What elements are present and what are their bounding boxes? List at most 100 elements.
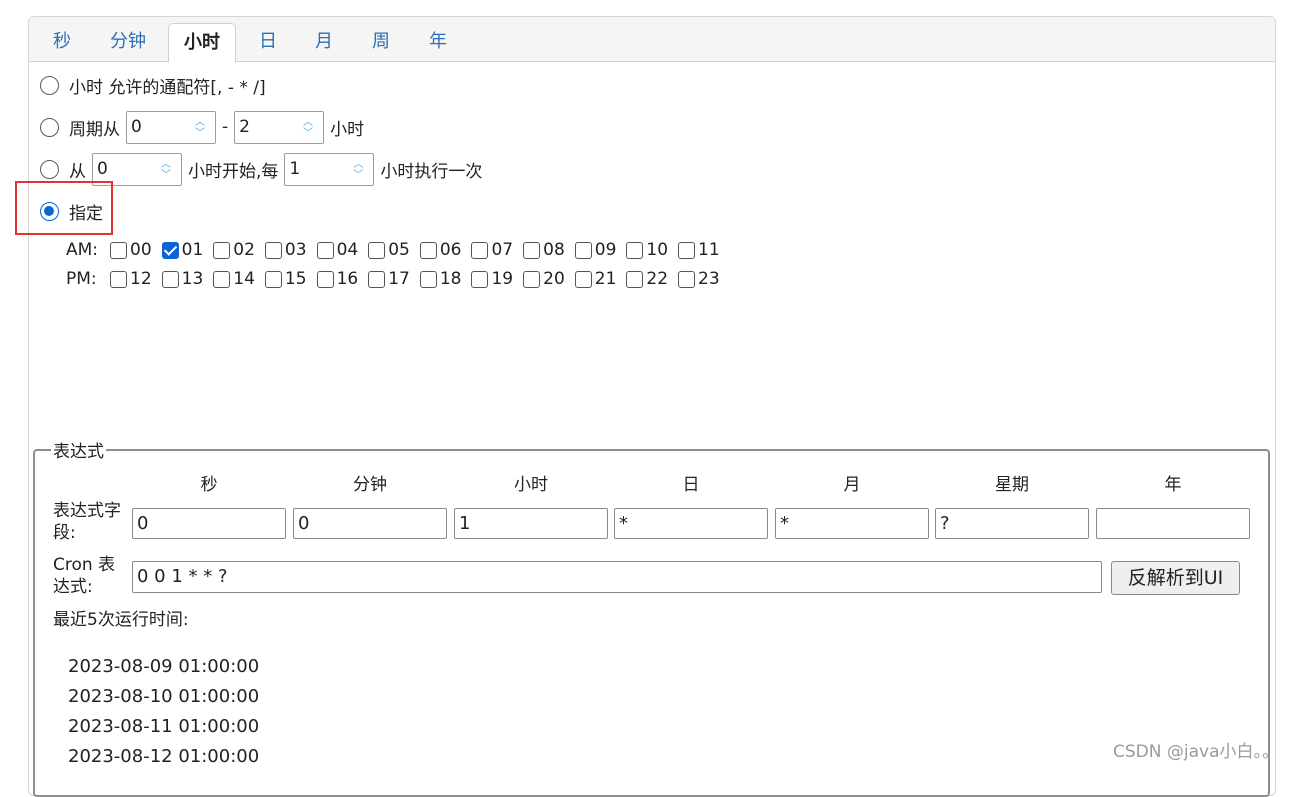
hour-checkbox[interactable] [316, 270, 334, 288]
highlight-box [15, 181, 113, 235]
hour-label: 21 [594, 269, 617, 289]
hour-checkbox-item[interactable]: 18 [419, 269, 461, 289]
wildcard-label: 小时 允许的通配符[, - * /] [69, 77, 266, 98]
run-time-item: 2023-08-11 01:00:00 [68, 716, 260, 737]
period-from-input[interactable]: 0 ︿ ﹀ [126, 110, 216, 144]
hour-label: 16 [336, 269, 359, 289]
hour-checkbox[interactable] [523, 241, 541, 259]
hour-checkbox-item[interactable]: 00 [110, 240, 152, 260]
tab-hour[interactable]: 小时 [168, 23, 236, 63]
tab-week[interactable]: 周 [364, 23, 398, 62]
hour-checkbox[interactable] [678, 270, 696, 288]
hour-checkbox-item[interactable]: 13 [161, 269, 204, 289]
parse-to-ui-button[interactable]: 反解析到UI [1111, 561, 1240, 595]
hour-checkbox[interactable] [626, 270, 644, 288]
hour-checkbox-item[interactable]: 17 [368, 269, 410, 289]
wildcard-radio[interactable] [40, 75, 59, 95]
hour-label: 12 [130, 269, 152, 289]
hour-label: 08 [543, 240, 565, 260]
hour-checkbox-item[interactable]: 21 [574, 269, 617, 289]
tab-month[interactable]: 月 [307, 23, 341, 62]
hour-checkbox[interactable] [574, 270, 592, 288]
period-to-input[interactable]: 2 ︿ ﹀ [234, 110, 325, 144]
interval-radio[interactable] [40, 159, 59, 179]
hour-checkbox-item[interactable]: 20 [523, 269, 565, 289]
hour-checkbox-item[interactable]: 02 [213, 240, 255, 260]
field-hour-input[interactable]: 1 [454, 508, 608, 539]
col-second: 秒 [200, 475, 218, 495]
tab-day[interactable]: 日 [251, 23, 285, 62]
field-label: 表达式字段: [53, 501, 121, 543]
spinner-arrows-icon[interactable]: ︿ ﹀ [347, 156, 369, 184]
field-day-input[interactable]: * [614, 508, 768, 539]
hour-checkbox-item[interactable]: 03 [264, 240, 307, 260]
option-period[interactable]: 周期从 0 ︿ ﹀ - 2 ︿ ﹀ 小时 [40, 110, 368, 144]
field-month-input[interactable]: * [775, 508, 929, 539]
hour-checkbox[interactable] [161, 270, 179, 288]
hour-checkbox[interactable] [316, 241, 334, 259]
spinner-arrows-icon[interactable]: ︿ ﹀ [155, 156, 177, 184]
hour-checkbox-item[interactable]: 01 [161, 240, 203, 260]
am-hours-row: AM: 00 01 02 03 04 05 06 07 08 09 10 11 [66, 237, 730, 263]
hour-checkbox-item[interactable]: 16 [316, 269, 359, 289]
hour-label: 15 [284, 269, 307, 289]
hour-checkbox-item[interactable]: 09 [574, 240, 617, 260]
hour-checkbox[interactable] [368, 241, 386, 259]
hour-checkbox[interactable] [471, 241, 489, 259]
hour-label: 11 [698, 240, 720, 260]
hour-label: 02 [233, 240, 255, 260]
hour-checkbox-item[interactable]: 19 [471, 269, 513, 289]
hour-checkbox[interactable] [110, 241, 127, 259]
hour-label: 10 [646, 240, 669, 260]
tab-minute[interactable]: 分钟 [101, 23, 155, 62]
field-year-input[interactable] [1096, 508, 1250, 539]
hour-label: 04 [336, 240, 359, 260]
hour-checkbox[interactable] [264, 270, 282, 288]
hour-checkbox[interactable] [213, 241, 231, 259]
hour-checkbox-item[interactable]: 04 [316, 240, 359, 260]
hour-checkbox-item[interactable]: 22 [626, 269, 668, 289]
hour-checkbox-item[interactable]: 23 [678, 269, 720, 289]
hour-checkbox[interactable] [419, 270, 437, 288]
hour-checkbox-item[interactable]: 15 [264, 269, 307, 289]
hour-checkbox[interactable] [264, 241, 282, 259]
tab-year[interactable]: 年 [421, 23, 455, 62]
col-hour: 小时 [514, 475, 548, 495]
hour-checkbox-item[interactable]: 14 [213, 269, 255, 289]
field-second-input[interactable]: 0 [132, 508, 286, 539]
hour-checkbox-item[interactable]: 10 [626, 240, 668, 260]
period-radio[interactable] [40, 117, 59, 137]
hour-checkbox[interactable] [213, 270, 231, 288]
hour-checkbox[interactable] [110, 270, 127, 288]
hour-checkbox[interactable] [574, 241, 592, 259]
hour-label: 19 [491, 269, 514, 289]
hour-checkbox[interactable] [368, 270, 386, 288]
hour-checkbox[interactable] [678, 241, 696, 259]
hour-label: 09 [594, 240, 617, 260]
hour-checkbox[interactable] [161, 241, 179, 259]
hour-checkbox[interactable] [523, 270, 541, 288]
hour-checkbox[interactable] [471, 270, 489, 288]
period-unit: 小时 [330, 119, 365, 140]
hour-checkbox[interactable] [626, 241, 644, 259]
hour-checkbox-item[interactable]: 05 [368, 240, 410, 260]
col-year: 年 [1164, 475, 1182, 495]
hour-label: 07 [491, 240, 514, 260]
hour-label: 13 [181, 269, 204, 289]
hour-checkbox-item[interactable]: 12 [110, 269, 152, 289]
cron-expression-input[interactable]: 0 0 1 * * ? [132, 561, 1102, 593]
interval-every-input[interactable]: 1 ︿ ﹀ [284, 152, 375, 186]
col-week: 星期 [995, 475, 1029, 495]
field-minute-input[interactable]: 0 [293, 508, 447, 539]
hour-checkbox-item[interactable]: 11 [678, 240, 720, 260]
spinner-arrows-icon[interactable]: ︿ ﹀ [297, 114, 319, 142]
hour-checkbox-item[interactable]: 08 [523, 240, 565, 260]
hour-label: 17 [388, 269, 410, 289]
hour-checkbox-item[interactable]: 07 [471, 240, 513, 260]
option-wildcard[interactable]: 小时 允许的通配符[, - * /] [40, 68, 270, 102]
spinner-arrows-icon[interactable]: ︿ ﹀ [189, 114, 211, 142]
tab-second[interactable]: 秒 [43, 23, 81, 62]
hour-checkbox[interactable] [419, 241, 437, 259]
field-week-input[interactable]: ? [935, 508, 1089, 539]
hour-checkbox-item[interactable]: 06 [419, 240, 461, 260]
